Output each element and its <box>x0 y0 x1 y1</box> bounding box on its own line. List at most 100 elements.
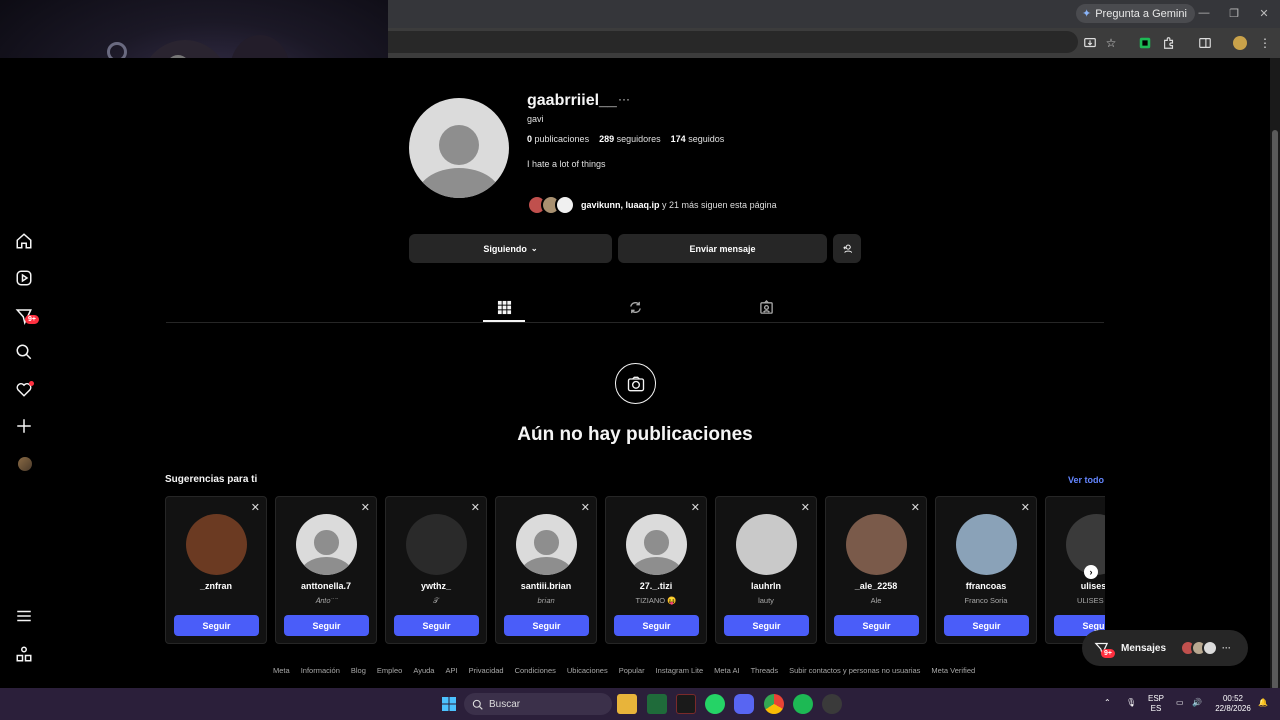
address-bar[interactable] <box>388 31 1078 53</box>
follow-button[interactable]: Seguir <box>504 615 589 636</box>
spreadsheet-icon[interactable] <box>647 694 667 714</box>
send-message-button[interactable]: Enviar mensaje <box>618 234 827 263</box>
follow-button[interactable]: Seguir <box>284 615 369 636</box>
suggestion-username[interactable]: 27._.tizi <box>606 581 706 591</box>
suggestion-username[interactable]: lauhrln <box>716 581 816 591</box>
search-icon[interactable] <box>14 342 34 362</box>
carousel-next-icon[interactable]: › <box>1084 565 1098 579</box>
home-icon[interactable] <box>14 231 34 251</box>
suggestion-avatar[interactable] <box>296 514 357 575</box>
suggestion-card[interactable]: ✕ _ale_2258 Ale Seguir <box>825 496 927 644</box>
more-options-icon[interactable]: ··· <box>618 92 630 106</box>
browser-menu-icon[interactable]: ⋮ <box>1256 34 1274 52</box>
discord-icon[interactable] <box>734 694 754 714</box>
tray-chevron-icon[interactable]: ⌃ <box>1104 698 1111 708</box>
tab-reposts[interactable] <box>614 297 656 317</box>
sidebar-profile-avatar[interactable] <box>18 457 32 471</box>
follow-button[interactable]: Seguir <box>944 615 1029 636</box>
messages-pill[interactable]: 9+ Mensajes ··· <box>1082 630 1248 666</box>
suggestion-username[interactable]: ulisesc <box>1046 581 1105 591</box>
suggestion-username[interactable]: santiii.brian <box>496 581 596 591</box>
tab-posts[interactable] <box>483 297 525 317</box>
taskbar-search[interactable]: Buscar <box>464 693 612 715</box>
following-stat[interactable]: 174 seguidos <box>671 134 725 144</box>
suggestion-username[interactable]: _znfran <box>166 581 266 591</box>
suggestion-username[interactable]: anttonella.7 <box>276 581 376 591</box>
suggest-user-button[interactable] <box>833 234 861 263</box>
windows-start-icon[interactable] <box>439 694 459 714</box>
volume-icon[interactable]: 🔊 <box>1192 698 1202 708</box>
suggestion-card[interactable]: ✕ ywthz_ 𝒯 Seguir <box>385 496 487 644</box>
suggestion-card[interactable]: ✕ anttonella.7 𝐴𝑛𝑡𝑜 ̈ ͘ ̈ Seguir <box>275 496 377 644</box>
dismiss-suggestion-icon[interactable]: ✕ <box>801 501 810 514</box>
suggestion-avatar[interactable] <box>516 514 577 575</box>
obs-icon[interactable] <box>822 694 842 714</box>
profile-avatar[interactable] <box>409 98 509 198</box>
footer-link[interactable]: API <box>445 666 457 675</box>
suggestion-card[interactable]: ✕ 27._.tizi TIZIANO 😝 Seguir <box>605 496 707 644</box>
footer-link[interactable]: Empleo <box>377 666 402 675</box>
footer-link[interactable]: Ayuda <box>413 666 434 675</box>
suggestion-card[interactable]: ✕ ffrancoas Franco Soria Seguir <box>935 496 1037 644</box>
dismiss-suggestion-icon[interactable]: ✕ <box>581 501 590 514</box>
side-panel-icon[interactable] <box>1196 34 1214 52</box>
footer-link[interactable]: Blog <box>351 666 366 675</box>
microphone-icon[interactable]: 🎙 <box>1126 698 1136 708</box>
suggestion-avatar[interactable] <box>846 514 907 575</box>
restore-icon[interactable]: ❐ <box>1224 4 1244 22</box>
chrome-icon[interactable] <box>764 694 784 714</box>
reels-icon[interactable] <box>14 268 34 288</box>
create-plus-icon[interactable] <box>14 416 34 436</box>
footer-link[interactable]: Threads <box>751 666 779 675</box>
dismiss-suggestion-icon[interactable]: ✕ <box>691 501 700 514</box>
follow-button[interactable]: Seguir <box>834 615 919 636</box>
install-app-icon[interactable] <box>1081 34 1099 52</box>
ide-icon[interactable] <box>676 694 696 714</box>
suggestion-avatar[interactable] <box>186 514 247 575</box>
followed-by[interactable]: gavikunn, luaaq.ip y 21 más siguen esta … <box>527 194 777 216</box>
gemini-button[interactable]: ✦ Pregunta a Gemini <box>1076 4 1195 23</box>
file-explorer-icon[interactable] <box>617 694 637 714</box>
whatsapp-icon[interactable] <box>705 694 725 714</box>
footer-link[interactable]: Condiciones <box>515 666 556 675</box>
dismiss-suggestion-icon[interactable]: ✕ <box>1021 501 1030 514</box>
footer-link[interactable]: Meta AI <box>714 666 739 675</box>
suggestion-card[interactable]: ✕ _znfran Seguir <box>165 496 267 644</box>
followers-stat[interactable]: 289 seguidores <box>599 134 661 144</box>
footer-link[interactable]: Subir contactos y personas no usuarias <box>789 666 920 675</box>
footer-link[interactable]: Información <box>301 666 340 675</box>
footer-link[interactable]: Popular <box>619 666 645 675</box>
clock[interactable]: 00:52 22/8/2026 <box>1210 694 1256 714</box>
follow-button[interactable]: Seguir <box>394 615 479 636</box>
footer-link[interactable]: Meta <box>273 666 290 675</box>
tab-tagged[interactable] <box>745 297 787 317</box>
dismiss-suggestion-icon[interactable]: ✕ <box>911 501 920 514</box>
following-button[interactable]: Siguiendo ⌄ <box>409 234 612 263</box>
menu-hamburger-icon[interactable] <box>14 606 34 626</box>
network-icon[interactable]: ▭ <box>1176 698 1184 708</box>
bookmark-star-icon[interactable]: ☆ <box>1102 34 1120 52</box>
footer-link[interactable]: Meta Verified <box>931 666 975 675</box>
follow-button[interactable]: Seguir <box>174 615 259 636</box>
page-scrollbar[interactable] <box>1270 58 1280 690</box>
suggestion-avatar[interactable] <box>736 514 797 575</box>
see-all-link[interactable]: Ver todo <box>1068 475 1104 485</box>
suggestion-username[interactable]: ywthz_ <box>386 581 486 591</box>
minimize-icon[interactable]: — <box>1194 4 1214 22</box>
profile-avatar-icon[interactable] <box>1231 34 1249 52</box>
suggestion-avatar[interactable] <box>406 514 467 575</box>
suggestion-username[interactable]: _ale_2258 <box>826 581 926 591</box>
dismiss-suggestion-icon[interactable]: ✕ <box>471 501 480 514</box>
meta-apps-icon[interactable] <box>14 644 34 664</box>
extension-green-icon[interactable] <box>1136 34 1154 52</box>
suggestion-card[interactable]: ✕ lauhrln lauty Seguir <box>715 496 817 644</box>
footer-link[interactable]: Ubicaciones <box>567 666 608 675</box>
spotify-icon[interactable] <box>793 694 813 714</box>
dismiss-suggestion-icon[interactable]: ✕ <box>361 501 370 514</box>
close-window-icon[interactable]: ✕ <box>1254 4 1274 22</box>
suggestion-card[interactable]: ✕ santiii.brian 𝑏𝑟𝑖𝑎𝑛 Seguir <box>495 496 597 644</box>
extensions-puzzle-icon[interactable] <box>1160 34 1178 52</box>
footer-link[interactable]: Instagram Lite <box>656 666 704 675</box>
notification-bell-icon[interactable]: 🔔 <box>1258 698 1268 708</box>
dismiss-suggestion-icon[interactable]: ✕ <box>251 501 260 514</box>
